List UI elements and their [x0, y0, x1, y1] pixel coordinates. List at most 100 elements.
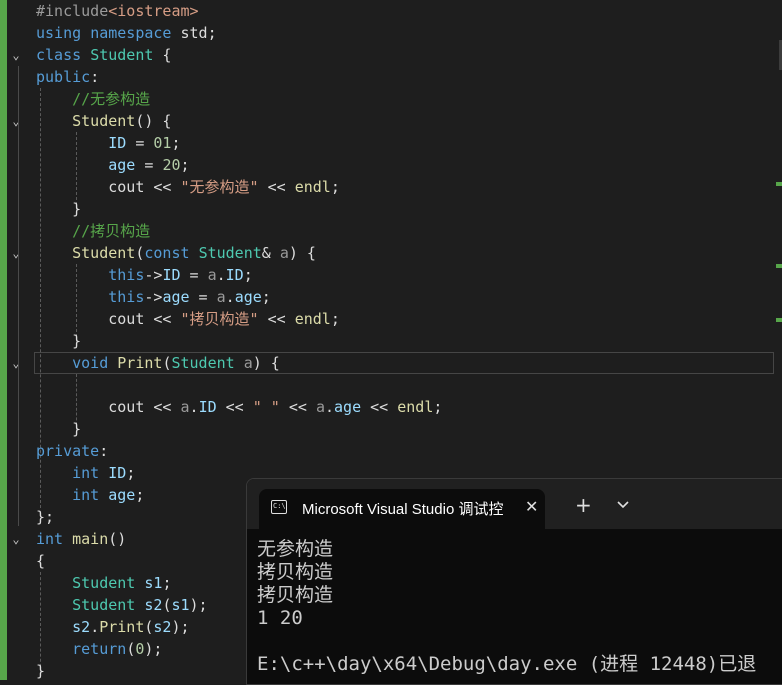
code-token: {	[36, 552, 46, 570]
code-token: Print	[99, 618, 145, 636]
change-tracking-bar	[0, 0, 7, 680]
code-token: ;	[180, 156, 190, 174]
code-token: this	[108, 266, 145, 284]
code-token: age	[108, 156, 136, 174]
terminal-tab[interactable]: C:\ Microsoft Visual Studio 调试控 ✕	[259, 489, 545, 529]
code-token: <<	[279, 398, 316, 416]
code-line: ID = 01;	[36, 132, 180, 154]
scrollbar-marker	[776, 264, 782, 268]
fold-chevron-icon[interactable]: ⌄	[9, 528, 23, 550]
code-token: Student	[72, 574, 136, 592]
code-token: .	[189, 398, 199, 416]
code-token: ID	[108, 464, 127, 482]
code-token: int	[36, 530, 64, 548]
code-line: public:	[36, 66, 99, 88]
code-token: endl	[294, 178, 331, 196]
code-token: ;	[330, 178, 340, 196]
code-token: a	[216, 288, 226, 306]
code-token: =	[180, 266, 208, 284]
code-token: ;	[243, 266, 253, 284]
code-line: Student() {	[36, 110, 171, 132]
code-token: s2	[153, 618, 172, 636]
code-token: age	[108, 486, 136, 504]
scope-line	[18, 66, 19, 526]
code-line: }	[36, 330, 81, 352]
code-token: Student	[198, 244, 262, 262]
code-token: age	[162, 288, 190, 306]
code-line: //无参构造	[36, 88, 150, 110]
code-token: int	[72, 464, 100, 482]
code-token: "无参构造"	[180, 178, 259, 196]
code-token: =	[135, 156, 163, 174]
code-token: ->	[144, 266, 163, 284]
code-token: ()	[108, 530, 127, 548]
code-line: Student(const Student& a) {	[36, 242, 316, 264]
code-token: <<	[216, 398, 253, 416]
plus-icon[interactable]: +	[575, 495, 592, 515]
code-line: int ID;	[36, 462, 135, 484]
code-token: Student	[72, 596, 136, 614]
tab-title: Microsoft Visual Studio 调试控	[302, 501, 504, 518]
code-token: );	[144, 640, 163, 658]
code-token: ;	[126, 464, 136, 482]
code-token: };	[36, 508, 55, 526]
code-token: //拷贝构造	[72, 222, 151, 240]
code-line: cout << a.ID << " " << a.age << endl;	[36, 396, 442, 418]
code-token: endl	[294, 310, 331, 328]
code-token: a	[279, 244, 289, 262]
code-line: #include<iostream>	[36, 0, 199, 22]
code-token: }	[36, 420, 82, 438]
code-token: const	[144, 244, 190, 262]
code-line: s2.Print(s2);	[36, 616, 190, 638]
fold-chevron-icon[interactable]: ⌄	[9, 242, 23, 264]
code-line: this->ID = a.ID;	[36, 264, 253, 286]
scrollbar-marker	[776, 318, 782, 322]
console-line: E:\c++\day\x64\Debug\day.exe (进程 12448)已…	[257, 653, 757, 675]
code-token: );	[171, 618, 190, 636]
code-token: .	[225, 288, 235, 306]
code-token: }	[36, 662, 46, 680]
code-token: class	[36, 46, 82, 64]
fold-chevron-icon[interactable]: ⌄	[9, 110, 23, 132]
code-token: (	[126, 640, 136, 658]
code-line: this->age = a.age;	[36, 286, 271, 308]
code-line: {	[36, 550, 45, 572]
code-token: ID	[225, 266, 244, 284]
chevron-down-icon[interactable]	[615, 497, 631, 513]
code-token: }	[36, 200, 82, 218]
code-token: int	[72, 486, 100, 504]
code-line: cout << "无参构造" << endl;	[36, 176, 340, 198]
code-line: Student s1;	[36, 572, 171, 594]
debug-console-window[interactable]: C:\ Microsoft Visual Studio 调试控 ✕ + 无参构造…	[246, 478, 782, 685]
code-token: ;	[433, 398, 443, 416]
code-token: using	[36, 24, 82, 42]
console-line: 拷贝构造	[257, 584, 334, 606]
code-token: Student	[171, 354, 235, 372]
code-token: &	[261, 244, 280, 262]
code-token: std;	[171, 24, 217, 42]
close-icon[interactable]: ✕	[525, 497, 538, 516]
code-token: ) {	[288, 244, 316, 262]
fold-chevron-icon[interactable]: ⌄	[9, 44, 23, 66]
code-token: cout <<	[36, 398, 181, 416]
code-token: age	[334, 398, 362, 416]
fold-chevron-icon[interactable]: ⌄	[9, 352, 23, 374]
code-token: ID	[198, 398, 217, 416]
code-token: a	[207, 266, 217, 284]
code-token: <<	[258, 178, 295, 196]
code-token: ID	[162, 266, 181, 284]
code-line: void Print(Student a) {	[36, 352, 280, 374]
code-token: void	[72, 354, 109, 372]
